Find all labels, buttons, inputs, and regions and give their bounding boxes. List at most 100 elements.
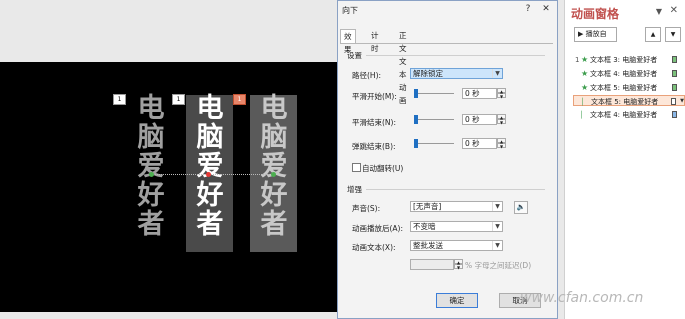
- letter-delay-spinner[interactable]: ▲ ▼: [454, 259, 463, 270]
- bounce-end-label: 弹跳结束(B):: [352, 142, 396, 151]
- play-icon: ▶: [578, 30, 586, 38]
- star-icon: ★: [581, 83, 589, 92]
- tab-effect[interactable]: 效果: [340, 29, 356, 54]
- after-animation-select[interactable]: 不变暗 ▼: [410, 221, 503, 232]
- speaker-icon[interactable]: 🔈: [514, 201, 528, 214]
- char: 者: [137, 209, 165, 240]
- motion-end-dot[interactable]: [206, 172, 211, 177]
- close-icon[interactable]: ✕: [539, 3, 553, 15]
- chevron-down-icon[interactable]: ▼: [680, 96, 684, 107]
- motion-path-icon: ⎸: [582, 97, 590, 106]
- bounce-end-slider[interactable]: [414, 138, 454, 149]
- animation-item-4-selected[interactable]: ⎸文本框 5: 电脑爱好者 ▼: [573, 95, 685, 106]
- chevron-down-icon[interactable]: ▼: [492, 69, 502, 78]
- smooth-start-input[interactable]: 0 秒: [462, 88, 497, 99]
- text-box-2[interactable]: 电 脑 爱 好 者: [186, 94, 234, 239]
- timing-bar: [672, 84, 677, 91]
- smooth-start-slider[interactable]: [414, 88, 454, 99]
- tab-timing[interactable]: 计时: [368, 29, 382, 53]
- char: 好: [137, 180, 165, 211]
- char: 爱: [196, 151, 224, 182]
- timing-bar: [672, 70, 677, 77]
- char: 脑: [260, 122, 288, 153]
- chevron-down-icon[interactable]: ▼: [492, 222, 502, 231]
- letter-delay-input[interactable]: [410, 259, 454, 270]
- help-button[interactable]: ?: [521, 3, 535, 15]
- text-box-3[interactable]: 电 脑 爱 好 者: [250, 94, 298, 239]
- sound-select[interactable]: [无声音] ▼: [410, 201, 503, 212]
- smooth-end-slider[interactable]: [414, 114, 454, 125]
- char: 者: [260, 209, 288, 240]
- animation-item-1[interactable]: 1 ★ 文本框 3: 电脑爱好者: [575, 54, 683, 65]
- tab-text-animation[interactable]: 正文文本动画: [396, 29, 410, 105]
- smooth-end-spinner[interactable]: ▲ ▼: [497, 114, 506, 125]
- timing-bar: [672, 111, 677, 118]
- animation-tag-3[interactable]: 1: [233, 94, 246, 105]
- chevron-down-icon[interactable]: ▼: [492, 202, 502, 211]
- move-down-button[interactable]: ▼: [665, 27, 681, 42]
- smooth-end-input[interactable]: 0 秒: [462, 114, 497, 125]
- smooth-start-spinner[interactable]: ▲ ▼: [497, 88, 506, 99]
- item-label: 文本框 5: 电脑爱好者: [591, 98, 659, 106]
- dialog-title: 向下: [342, 6, 358, 15]
- char: 脑: [137, 122, 165, 153]
- settings-section-title: 设置: [347, 51, 362, 60]
- auto-reverse-checkbox[interactable]: [352, 163, 361, 172]
- bounce-end-spinner[interactable]: ▲ ▼: [497, 138, 506, 149]
- animation-tag-1[interactable]: 1: [113, 94, 126, 105]
- motion-path-line[interactable]: [151, 174, 276, 175]
- after-animation-value: 不变暗: [413, 222, 436, 231]
- tab-divider: [340, 43, 553, 44]
- animate-text-value: 整批发送: [413, 241, 443, 250]
- char: 者: [196, 209, 224, 240]
- item-label: 文本框 4: 电脑爱好者: [590, 111, 658, 119]
- play-from-button[interactable]: ▶ 播放自: [574, 27, 617, 42]
- path-value: 解除锁定: [413, 69, 443, 78]
- chevron-down-icon[interactable]: ▼: [656, 7, 662, 16]
- star-icon: ★: [581, 69, 589, 78]
- path-select[interactable]: 解除锁定 ▼: [410, 68, 503, 79]
- effect-options-dialog: 向下 ? ✕ 效果 计时 正文文本动画 设置 路径(H): 解除锁定 ▼ 平滑开…: [337, 0, 558, 319]
- after-animation-label: 动画播放后(A):: [352, 224, 404, 233]
- char: 脑: [196, 122, 224, 153]
- move-up-button[interactable]: ▲: [645, 27, 661, 42]
- sound-value: [无声音]: [413, 202, 442, 211]
- watermark: www.cfan.com.cn: [520, 290, 644, 306]
- slide-canvas[interactable]: 1 1 1 电 脑 爱 好 者 电 脑 爱 好 者 电 脑 爱 好 者: [0, 62, 337, 312]
- chevron-down-icon[interactable]: ▼: [492, 241, 502, 250]
- char: 电: [196, 93, 224, 124]
- animate-text-label: 动画文本(X):: [352, 243, 396, 252]
- pane-title: 动画窗格: [571, 7, 620, 21]
- slider-knob[interactable]: [414, 89, 418, 98]
- item-label: 文本框 3: 电脑爱好者: [590, 56, 658, 64]
- path-label: 路径(H):: [352, 71, 382, 80]
- smooth-end-label: 平滑结束(N):: [352, 118, 396, 127]
- bounce-end-input[interactable]: 0 秒: [462, 138, 497, 149]
- char: 好: [196, 180, 224, 211]
- char: 电: [260, 93, 288, 124]
- animation-item-5[interactable]: ⎸文本框 4: 电脑爱好者: [575, 109, 683, 120]
- settings-divider: [366, 55, 545, 56]
- slider-knob[interactable]: [414, 115, 418, 124]
- timing-bar: [672, 56, 677, 63]
- star-icon: ★: [581, 55, 589, 64]
- slider-knob[interactable]: [414, 139, 418, 148]
- text-box-1[interactable]: 电 脑 爱 好 者: [127, 94, 175, 239]
- motion-start-dot-2[interactable]: [271, 172, 276, 177]
- timing-bar: [671, 98, 676, 105]
- animation-item-3[interactable]: ★ 文本框 5: 电脑爱好者: [575, 82, 683, 93]
- char: 电: [137, 93, 165, 124]
- auto-reverse-label: 自动翻转(U): [362, 164, 404, 173]
- play-from-label: 播放自: [585, 30, 607, 38]
- item-label: 文本框 4: 电脑爱好者: [590, 70, 658, 78]
- smooth-start-label: 平滑开始(M):: [352, 92, 397, 101]
- motion-path-icon: ⎸: [581, 110, 589, 119]
- ok-button[interactable]: 确定: [436, 293, 478, 308]
- letter-delay-label: % 字母之间延迟(D): [465, 261, 532, 270]
- motion-start-dot[interactable]: [149, 172, 154, 177]
- close-icon[interactable]: ✕: [670, 5, 678, 16]
- animate-text-select[interactable]: 整批发送 ▼: [410, 240, 503, 251]
- enhance-divider: [366, 189, 545, 190]
- animation-pane: 动画窗格 ▼ ✕ ▶ 播放自 ▲ ▼ 1 ★ 文本框 3: 电脑爱好者 ★ 文本框 4…: [564, 0, 685, 319]
- animation-item-2[interactable]: ★ 文本框 4: 电脑爱好者: [575, 68, 683, 79]
